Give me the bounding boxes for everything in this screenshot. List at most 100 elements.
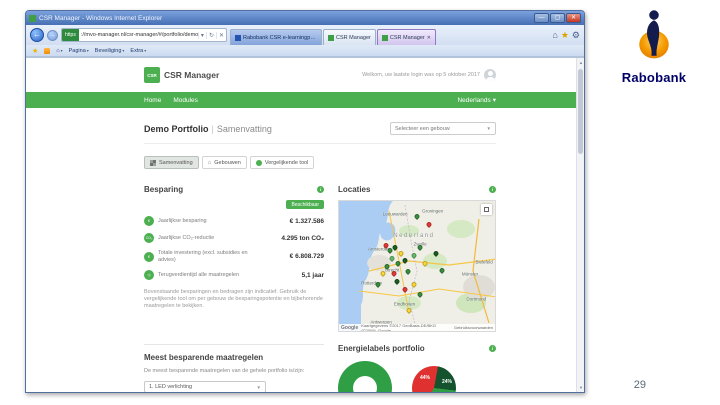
page-content: Besparing i Beschikbaar € Jaarlijkse bes… xyxy=(144,185,496,392)
nav-item-modules[interactable]: Modules xyxy=(173,97,198,104)
forward-button[interactable]: → xyxy=(47,29,58,41)
maatregelen-section: Meest besparende maatregelen De meest be… xyxy=(144,344,324,392)
map-marker[interactable] xyxy=(379,270,387,278)
map-marker[interactable] xyxy=(393,278,401,286)
menu-item-beveiliging[interactable]: Beveiliging ▾ xyxy=(95,48,125,54)
info-icon[interactable]: i xyxy=(317,186,324,193)
tab-favicon xyxy=(328,34,334,41)
refresh-icon[interactable]: ↻ xyxy=(205,31,216,39)
map-marker[interactable] xyxy=(390,270,398,278)
energielabels-charts: 44% 24% xyxy=(338,361,496,392)
address-dropdown-icon[interactable]: ▾ xyxy=(197,31,206,39)
browser-tab-csr-manager[interactable]: CSR Manager xyxy=(323,29,376,45)
map-marker[interactable] xyxy=(416,244,424,252)
vertical-scrollbar[interactable]: ▲ ▼ xyxy=(576,58,584,392)
scrollbar-thumb[interactable] xyxy=(578,69,583,154)
maatregelen-title: Meest besparende maatregelen xyxy=(144,353,264,362)
map-marker[interactable] xyxy=(397,249,405,257)
scroll-down-icon[interactable]: ▼ xyxy=(577,383,584,392)
map-marker[interactable] xyxy=(388,254,396,262)
minimize-button[interactable]: — xyxy=(534,13,549,23)
clock-icon: ◷ xyxy=(144,270,154,280)
energielabels-section: Energielabels portfolio i 44% 24% xyxy=(338,344,496,392)
csr-manager-logo[interactable]: CSR xyxy=(144,67,160,83)
rss-feed-icon[interactable] xyxy=(44,47,51,54)
page-number: 29 xyxy=(633,379,646,391)
map-marker[interactable] xyxy=(400,285,409,294)
besparing-section: Besparing i Beschikbaar € Jaarlijkse bes… xyxy=(144,185,324,332)
info-icon[interactable]: i xyxy=(489,345,496,352)
map-marker[interactable] xyxy=(438,266,446,274)
building-icon: ⌂ xyxy=(207,159,212,166)
window-titlebar[interactable]: CSR Manager - Windows Internet Explorer … xyxy=(26,11,584,25)
user-avatar-icon[interactable] xyxy=(484,69,496,81)
metric-row: CO₂ Jaarlijkse CO₂-reductie 4.295 ton CO… xyxy=(144,233,324,243)
map-marker[interactable] xyxy=(425,220,434,229)
map-fullscreen-button[interactable] xyxy=(481,204,492,215)
favorites-bar-star-icon[interactable]: ★ xyxy=(32,47,38,55)
nav-item-home[interactable]: Home xyxy=(144,97,161,104)
site-nav: Home Modules Nederlands ▾ xyxy=(26,92,576,108)
map-marker[interactable] xyxy=(413,213,421,221)
address-bar[interactable]: https ://mvo-manager.nl/csr-manager/#/po… xyxy=(61,28,227,42)
tab-samenvatting[interactable]: Samenvatting xyxy=(144,156,199,169)
rabobank-logo: Rabobank xyxy=(608,6,700,85)
title-separator: | xyxy=(211,123,214,134)
tab-close-icon[interactable]: ✕ xyxy=(427,35,431,41)
browser-tab-elearning[interactable]: Rabobank CSR e-learningportaal xyxy=(230,29,322,45)
menu-item-pagina[interactable]: Pagina ▾ xyxy=(69,48,89,54)
app-title: CSR Manager xyxy=(164,70,220,80)
favorites-star-icon[interactable]: ★ xyxy=(561,30,569,40)
investment-icon: € xyxy=(144,251,154,262)
info-icon[interactable]: i xyxy=(489,186,496,193)
metric-row: € Jaarlijkse besparing € 1.327.586 xyxy=(144,216,324,226)
map-marker[interactable] xyxy=(410,280,418,288)
co2-icon: CO₂ xyxy=(144,233,154,243)
page-title: Demo Portfolio xyxy=(144,123,209,134)
back-button[interactable]: ← xyxy=(30,28,44,42)
map-marker[interactable] xyxy=(374,280,382,288)
tab-gebouwen[interactable]: ⌂ Gebouwen xyxy=(201,156,247,169)
energielabels-title: Energielabels portfolio xyxy=(338,344,425,353)
map-marker[interactable] xyxy=(383,262,391,270)
tab-favicon xyxy=(235,34,241,41)
locaties-section: Locaties i Leeuwarden Groningen Amsterda… xyxy=(338,185,496,332)
view-tabs: Samenvatting ⌂ Gebouwen Vergelijkende to… xyxy=(26,156,576,169)
map-marker[interactable] xyxy=(410,252,418,260)
map-marker[interactable] xyxy=(432,249,440,257)
map-marker[interactable] xyxy=(404,267,412,275)
home-icon[interactable]: ⌂ xyxy=(552,30,557,40)
map-marker[interactable] xyxy=(421,259,429,268)
chevron-down-icon: ▾ xyxy=(492,97,496,104)
language-selector[interactable]: Nederlands ▾ xyxy=(457,96,496,105)
map-terms-link[interactable]: Gebruiksvoorwaarden xyxy=(454,325,493,330)
url-text[interactable]: ://mvo-manager.nl/csr-manager/#/portfoli… xyxy=(79,32,198,38)
tools-gear-icon[interactable]: ⚙ xyxy=(572,30,580,40)
scroll-up-icon[interactable]: ▲ xyxy=(577,58,584,67)
building-select[interactable]: Selecteer een gebouw ▼ xyxy=(390,122,496,135)
command-bar: ★ ⌂ ▾ Pagina ▾ Beveiliging ▾ Extra ▾ xyxy=(26,45,584,57)
map-marker[interactable] xyxy=(394,259,402,268)
close-button[interactable]: ✕ xyxy=(566,13,581,23)
map-marker[interactable] xyxy=(405,306,413,314)
summary-row: Besparing i Beschikbaar € Jaarlijkse bes… xyxy=(144,185,496,332)
window-title: CSR Manager - Windows Internet Explorer xyxy=(39,14,163,22)
home-menu-button[interactable]: ⌂ ▾ xyxy=(56,48,62,54)
tab-vergelijkende-tool[interactable]: Vergelijkende tool xyxy=(249,156,315,169)
stop-icon[interactable]: ✕ xyxy=(215,31,226,39)
metric-row: € Totale investering (excl. subsidies en… xyxy=(144,250,324,263)
map-marker[interactable] xyxy=(416,291,424,299)
maximize-button[interactable]: ▢ xyxy=(550,13,565,23)
browser-tab-strip: Rabobank CSR e-learningportaal CSR Manag… xyxy=(230,25,549,45)
chevron-down-icon: ▼ xyxy=(256,384,261,390)
map-marker[interactable] xyxy=(400,257,409,265)
browser-tab-csr-manager-active[interactable]: CSR Manager ✕ xyxy=(376,29,436,45)
map-attribution: Google Kaartgegevens ©2017 GeoBasis-DE/B… xyxy=(339,322,495,332)
menu-item-extra[interactable]: Extra ▾ xyxy=(130,48,146,54)
welcome-text: Welkom, uw laatste login was op 5 oktobe… xyxy=(362,72,480,78)
fullscreen-icon xyxy=(484,207,489,212)
maatregelen-select[interactable]: 1. LED verlichting ▼ xyxy=(144,381,266,392)
google-logo: Google xyxy=(341,324,359,331)
page-favicon xyxy=(29,14,36,22)
locations-map[interactable]: LeeuwardenGroningenZwolleAmsterdamNederl… xyxy=(338,200,496,332)
